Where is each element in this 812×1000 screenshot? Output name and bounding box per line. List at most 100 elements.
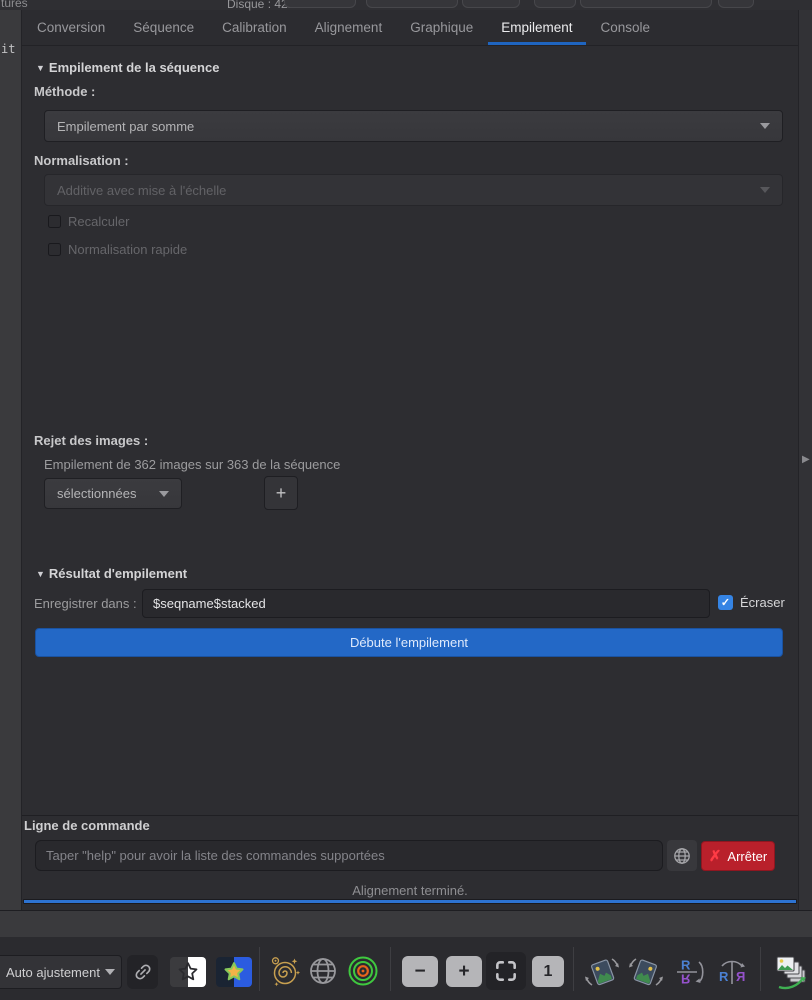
stop-x-icon: ✗ [709,847,722,865]
plus-icon: + [458,961,469,983]
progress-fill [24,900,796,903]
globe-icon [672,846,692,866]
normalisation-label: Normalisation : [34,153,129,168]
cut-button[interactable] [718,0,754,8]
rotate-right-button[interactable] [626,953,666,991]
method-label: Méthode : [34,84,95,99]
flip-vertical-button[interactable]: R R [670,953,710,991]
chevron-down-icon [159,491,169,497]
recalculate-checkbox[interactable]: Recalculer [48,214,129,229]
astrometry-button[interactable] [266,953,302,989]
svg-text:R: R [681,972,691,987]
method-combobox[interactable]: Empilement par somme [44,110,783,142]
galaxy-astrometry-icon [267,954,301,988]
cut-button[interactable] [580,0,712,8]
stop-button[interactable]: ✗ Arrêter [701,841,775,871]
sequence-list-button[interactable] [768,951,810,993]
notebook-tabbar: Conversion Séquence Calibration Aligneme… [22,10,798,46]
checkbox-icon [48,215,61,228]
stacking-section-title: Empilement de la séquence [49,60,220,75]
cut-button[interactable] [284,0,356,8]
expander-triangle-icon: ▼ [36,569,45,579]
negative-star-icon [170,957,206,987]
top-strip: tures Disque : 421.1 Gio [0,0,812,10]
divider [22,815,798,816]
zoom-out-button[interactable]: − [402,956,438,987]
one-to-one-icon: 1 [544,963,553,981]
checkbox-icon [48,243,61,256]
checkbox-checked-icon: ✓ [718,595,733,610]
image-selection-value: sélectionnées [45,486,159,501]
normalisation-combobox[interactable]: Additive avec mise à l'échelle [44,174,783,206]
display-mode-value: Auto ajustement [0,965,105,980]
rejection-info: Empilement de 362 images sur 363 de la s… [44,457,340,472]
negative-view-button[interactable] [170,957,206,987]
command-line-title: Ligne de commande [24,818,150,833]
false-color-view-button[interactable] [216,957,252,987]
svg-text:R: R [719,969,729,984]
tab-console[interactable]: Console [588,10,664,45]
photometry-button[interactable] [345,953,381,989]
link-icon [128,958,156,986]
add-rejection-button[interactable]: + [264,476,298,510]
fast-normalisation-checkbox[interactable]: Normalisation rapide [48,242,187,257]
zoom-one-button[interactable]: 1 [532,956,564,987]
normalisation-value: Additive avec mise à l'échelle [45,183,760,198]
overwrite-label: Écraser [740,595,785,610]
start-stacking-button[interactable]: Débute l'empilement [35,628,783,657]
zoom-fit-button[interactable] [486,952,526,990]
toolbar-separator [390,947,391,991]
mirror-vertical-icon: R R [672,955,708,989]
cut-button[interactable] [534,0,576,8]
zoom-in-button[interactable]: + [446,956,482,987]
result-section-title: Résultat d'empilement [49,566,187,581]
result-section-expander[interactable]: ▼ Résultat d'empilement [36,566,187,581]
svg-text:R: R [681,958,691,973]
image-selection-combobox[interactable]: sélectionnées [44,478,182,509]
display-mode-combobox[interactable]: Auto ajustement [0,955,122,989]
cut-button[interactable] [366,0,458,8]
method-value: Empilement par somme [45,119,760,134]
stacking-panel: Conversion Séquence Calibration Aligneme… [22,10,798,910]
panel-reveal-arrow-icon[interactable]: ▶ [802,454,810,465]
tab-alignement[interactable]: Alignement [302,10,396,45]
tab-graphique[interactable]: Graphique [397,10,486,45]
annotations-button[interactable] [305,953,341,989]
toolbar-separator [573,947,574,991]
tab-calibration[interactable]: Calibration [209,10,300,45]
start-stacking-label: Débute l'empilement [350,635,468,650]
expander-triangle-icon: ▼ [36,63,45,73]
tab-sequence[interactable]: Séquence [120,10,207,45]
fit-view-icon [493,958,519,984]
minus-icon: − [414,961,425,983]
command-input[interactable] [35,840,663,871]
cut-button[interactable] [462,0,520,8]
mirror-horizontal-icon: R Я [714,955,750,989]
progress-bar [23,899,797,904]
photometry-target-icon [345,953,381,989]
tab-empilement[interactable]: Empilement [488,10,585,45]
bottom-band [0,910,812,937]
output-filename-input[interactable] [142,589,710,618]
status-text: Alignement terminé. [22,883,798,898]
fast-normalisation-label: Normalisation rapide [68,242,187,257]
flip-horizontal-button[interactable]: R Я [712,953,752,991]
command-help-web-button[interactable] [667,840,697,871]
cut-directory-label: tures [1,0,28,10]
toolbar-separator [259,947,260,991]
rotate-ccw-icon [583,954,621,990]
stacking-section-expander[interactable]: ▼ Empilement de la séquence [36,60,219,75]
tab-conversion[interactable]: Conversion [24,10,118,45]
chevron-down-icon [760,187,770,193]
left-console-edge: it [0,10,22,910]
svg-text:Я: Я [736,969,745,984]
overwrite-checkbox[interactable]: ✓ Écraser [718,595,785,610]
plus-icon: + [276,483,287,504]
chevron-down-icon [760,123,770,129]
link-channels-button[interactable] [127,955,158,989]
color-star-icon [216,957,252,987]
rotate-left-button[interactable] [582,953,622,991]
console-text-fragment: it [1,42,15,56]
toolbar-separator [760,947,761,991]
save-as-label: Enregistrer dans : [34,596,137,611]
